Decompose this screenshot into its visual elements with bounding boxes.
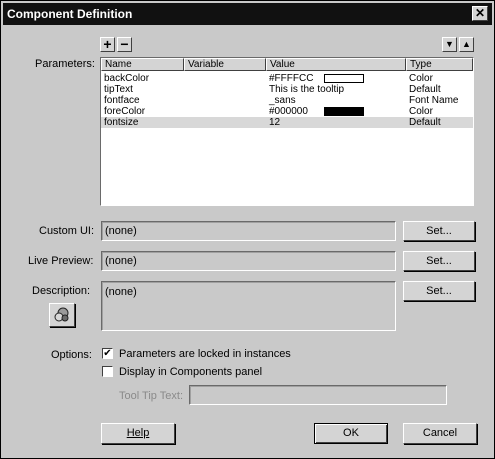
row-name: foreColor	[104, 106, 146, 117]
row-value: #000000	[269, 106, 308, 117]
live-preview-set-button[interactable]: Set...	[403, 251, 475, 271]
color-swatch[interactable]	[324, 107, 364, 116]
description-set-button[interactable]: Set...	[403, 281, 475, 301]
column-header-type[interactable]: Type	[406, 58, 473, 71]
locked-checkbox[interactable]: ✔	[102, 348, 113, 359]
display-checkbox-label[interactable]: Display in Components panel	[119, 366, 262, 378]
row-type: Default	[409, 117, 441, 128]
tooltip-text-field[interactable]	[189, 385, 447, 405]
table-row-selected[interactable]: fontsize 12 Default	[101, 117, 473, 128]
column-header-name[interactable]: Name	[101, 58, 184, 71]
add-parameter-button[interactable]: +	[100, 37, 115, 52]
edit-description-button[interactable]	[49, 303, 75, 327]
live-preview-field[interactable]: (none)	[101, 251, 396, 271]
row-value: 12	[269, 117, 281, 128]
options-label: Options:	[51, 349, 92, 361]
parameters-label: Parameters:	[35, 58, 95, 70]
locked-checkbox-label[interactable]: Parameters are locked in instances	[119, 348, 291, 360]
row-name: fontsize	[104, 117, 139, 128]
column-header-value[interactable]: Value	[266, 58, 406, 71]
color-swatch[interactable]	[324, 74, 364, 83]
column-header-variable[interactable]: Variable	[184, 58, 266, 71]
ok-button[interactable]: OK	[314, 423, 388, 444]
table-row[interactable]: fontface _sans Font Name	[101, 95, 473, 106]
move-up-button[interactable]: ▲	[459, 37, 474, 52]
tooltip-text-label: Tool Tip Text:	[119, 390, 183, 402]
help-button[interactable]: Help	[101, 423, 175, 444]
row-type: Color	[409, 73, 433, 84]
help-button-label: Help	[126, 427, 150, 439]
title-bar: Component Definition ✕	[3, 3, 492, 25]
row-name: backColor	[104, 73, 150, 84]
custom-ui-label: Custom UI:	[39, 225, 95, 237]
table-row[interactable]: tipText This is the tooltip Default	[101, 84, 473, 95]
description-label: Description:	[32, 285, 91, 297]
parameters-table[interactable]: Name Variable Value Type backColor #FFFF…	[100, 57, 474, 206]
component-icon	[54, 307, 69, 322]
table-row[interactable]: foreColor #000000 Color	[101, 106, 473, 117]
table-header: Name Variable Value Type	[101, 58, 473, 71]
live-preview-label: Live Preview:	[28, 255, 94, 267]
table-row[interactable]: backColor #FFFFCC Color	[101, 73, 473, 84]
move-down-button[interactable]: ▼	[442, 37, 457, 52]
row-value: #FFFFCC	[269, 73, 314, 84]
description-field[interactable]: (none)	[101, 281, 396, 331]
window-title: Component Definition	[7, 7, 133, 21]
row-name: tipText	[104, 84, 133, 95]
row-type: Default	[409, 84, 441, 95]
display-checkbox[interactable]	[102, 366, 113, 377]
description-value: (none)	[105, 286, 137, 298]
row-type: Color	[409, 106, 433, 117]
custom-ui-value: (none)	[105, 225, 137, 237]
component-definition-dialog: Component Definition ✕ + − ▼ ▲ Parameter…	[0, 0, 495, 459]
row-value: This is the tooltip	[269, 84, 345, 95]
close-button[interactable]: ✕	[472, 6, 488, 21]
custom-ui-set-button[interactable]: Set...	[403, 221, 475, 241]
custom-ui-field[interactable]: (none)	[101, 221, 396, 241]
row-value: _sans	[269, 95, 296, 106]
live-preview-value: (none)	[105, 255, 137, 267]
cancel-button[interactable]: Cancel	[403, 423, 477, 444]
remove-parameter-button[interactable]: −	[117, 37, 132, 52]
row-name: fontface	[104, 95, 140, 106]
row-type: Font Name	[409, 95, 459, 106]
